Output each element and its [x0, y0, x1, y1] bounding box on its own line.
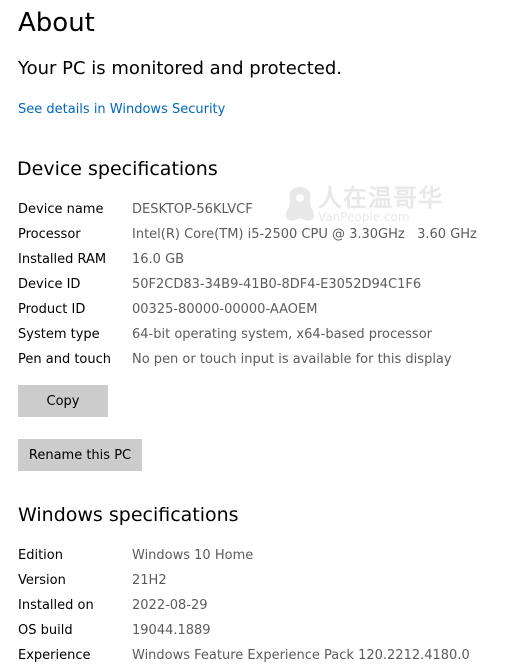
- spec-value: Windows Feature Experience Pack 120.2212…: [132, 648, 470, 663]
- spec-value: No pen or touch input is available for t…: [132, 352, 452, 367]
- spec-label: Experience: [18, 648, 91, 663]
- spec-label: System type: [18, 327, 100, 342]
- spec-row-version: Version 21H2: [18, 571, 498, 591]
- spec-row-system-type: System type 64-bit operating system, x64…: [18, 325, 498, 345]
- spec-row-edition: Edition Windows 10 Home: [18, 546, 498, 566]
- spec-value: 19044.1889: [132, 623, 211, 638]
- spec-row-product-id: Product ID 00325-80000-00000-AAOEM: [18, 300, 498, 320]
- spec-label: Device ID: [18, 277, 81, 292]
- device-specifications-heading: Device specifications: [17, 158, 218, 180]
- spec-label: Pen and touch: [18, 352, 112, 367]
- spec-value: 2022-08-29: [132, 598, 208, 613]
- spec-label: OS build: [18, 623, 73, 638]
- spec-label: Processor: [18, 227, 81, 242]
- spec-value: 00325-80000-00000-AAOEM: [132, 302, 318, 317]
- spec-value: Windows 10 Home: [132, 548, 254, 563]
- rename-pc-button[interactable]: Rename this PC: [18, 439, 142, 471]
- spec-row-os-build: OS build 19044.1889: [18, 621, 498, 641]
- spec-row-device-id: Device ID 50F2CD83-34B9-41B0-8DF4-E3052D…: [18, 275, 498, 295]
- spec-label: Edition: [18, 548, 63, 563]
- windows-security-link[interactable]: See details in Windows Security: [18, 101, 225, 119]
- spec-label: Device name: [18, 202, 104, 217]
- spec-value: 21H2: [132, 573, 167, 588]
- spec-row-installed-ram: Installed RAM 16.0 GB: [18, 250, 498, 270]
- copy-button[interactable]: Copy: [18, 385, 108, 417]
- spec-value: 16.0 GB: [132, 252, 185, 267]
- spec-row-installed-on: Installed on 2022-08-29: [18, 596, 498, 616]
- spec-label: Installed on: [18, 598, 94, 613]
- spec-value: 50F2CD83-34B9-41B0-8DF4-E3052D94C1F6: [132, 277, 422, 292]
- protection-status-text: Your PC is monitored and protected.: [18, 58, 342, 79]
- spec-label: Installed RAM: [18, 252, 107, 267]
- spec-row-experience: Experience Windows Feature Experience Pa…: [18, 646, 498, 666]
- spec-row-pen-and-touch: Pen and touch No pen or touch input is a…: [18, 350, 498, 370]
- spec-label: Product ID: [18, 302, 86, 317]
- spec-row-processor: Processor Intel(R) Core(TM) i5-2500 CPU …: [18, 225, 498, 245]
- spec-value: Intel(R) Core(TM) i5-2500 CPU @ 3.30GHz …: [132, 227, 477, 242]
- spec-row-device-name: Device name DESKTOP-56KLVCF: [18, 200, 498, 220]
- spec-value: 64-bit operating system, x64-based proce…: [132, 327, 432, 342]
- spec-value: DESKTOP-56KLVCF: [132, 202, 253, 217]
- windows-specifications-heading: Windows specifications: [18, 504, 239, 526]
- spec-label: Version: [18, 573, 66, 588]
- page-title: About: [18, 8, 95, 38]
